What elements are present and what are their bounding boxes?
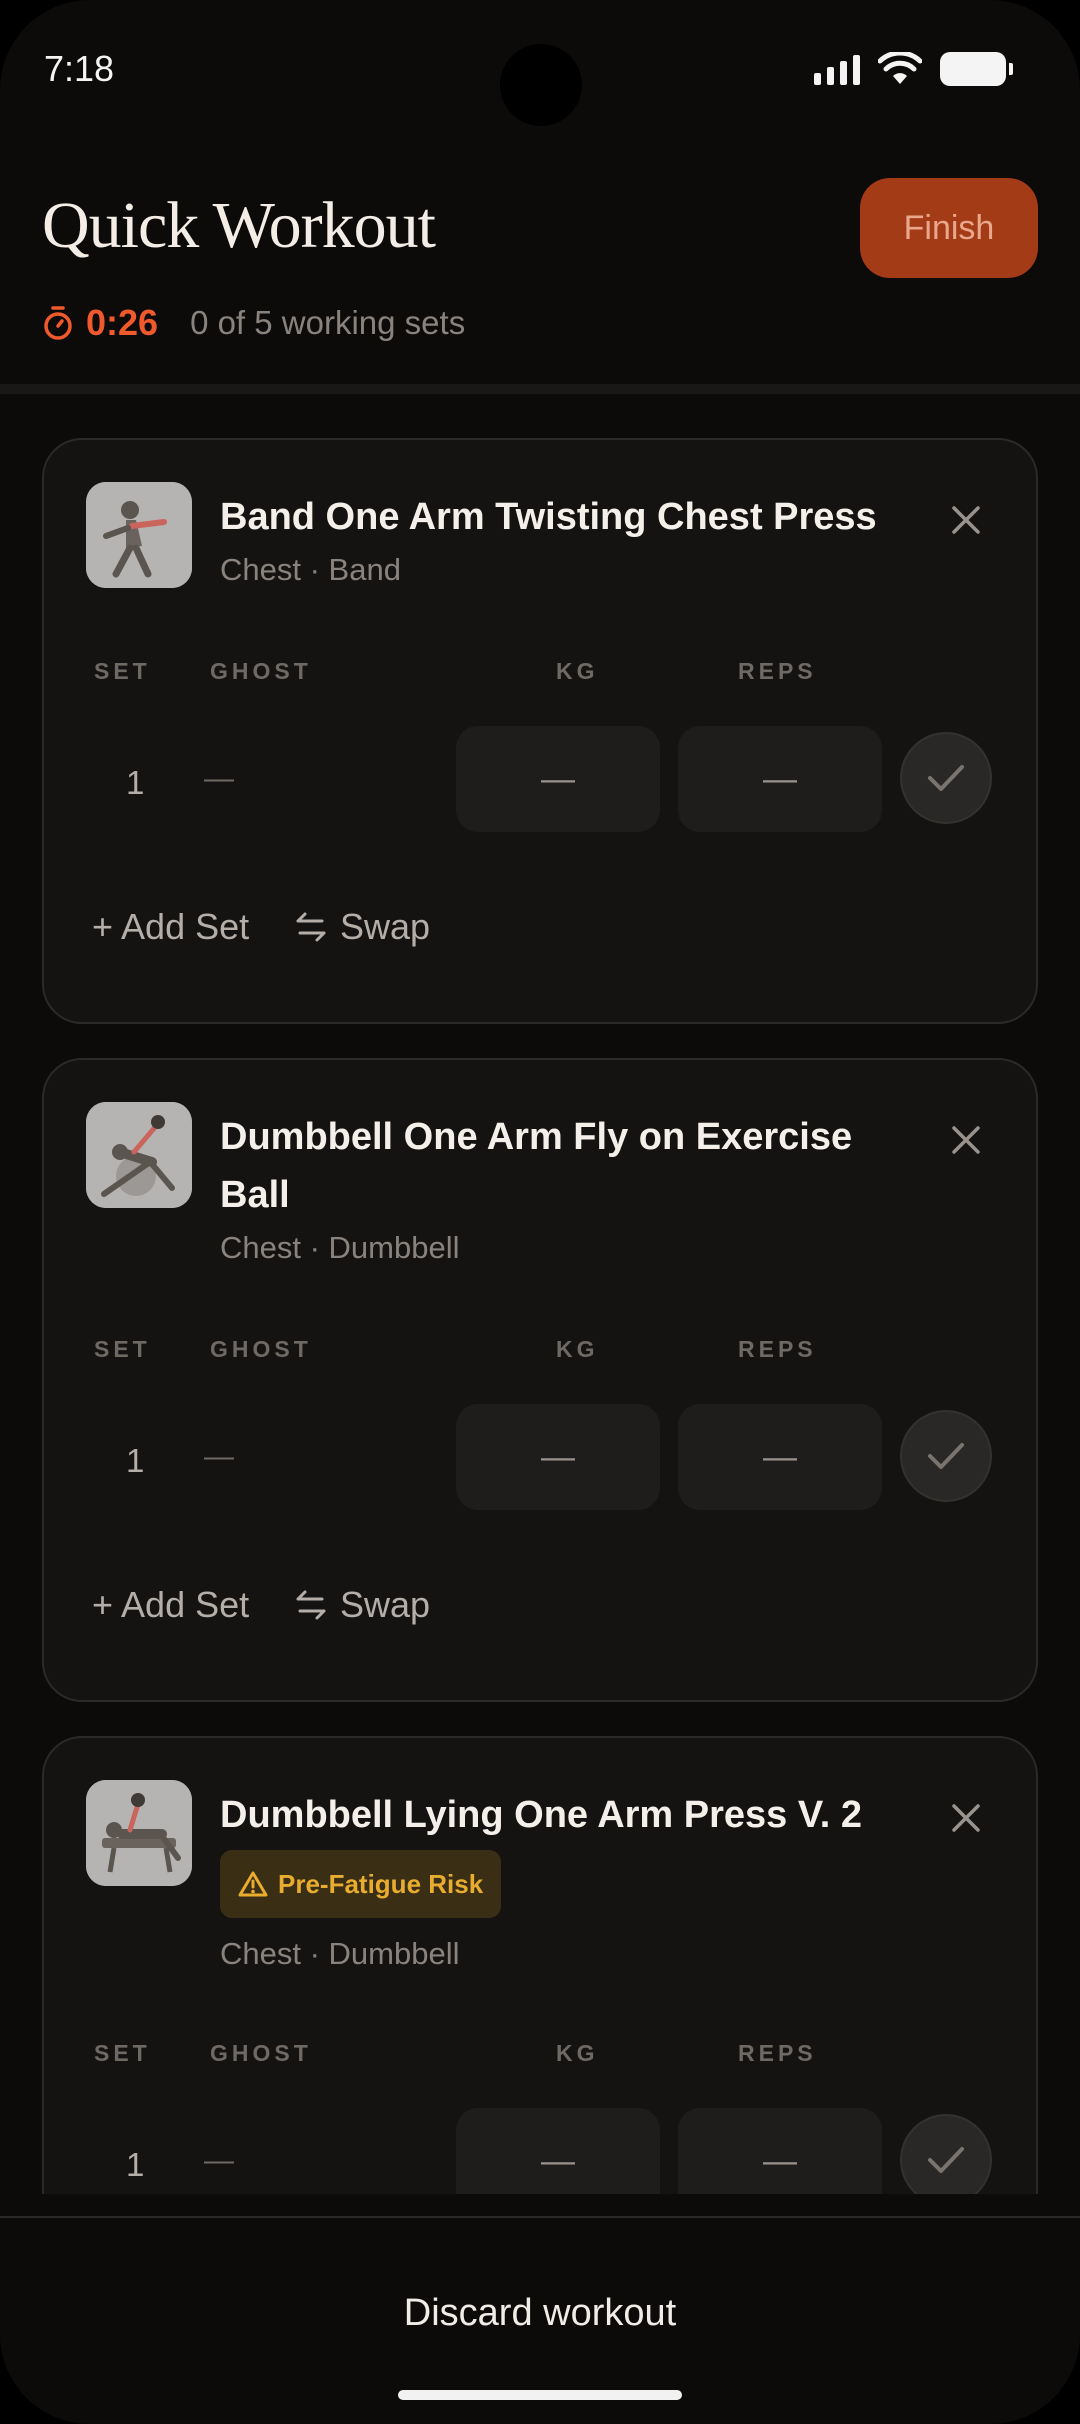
complete-set-button[interactable] <box>900 1410 992 1502</box>
kg-input[interactable]: — <box>456 1404 660 1510</box>
camera-cutout <box>500 44 582 126</box>
column-header-ghost: GHOST <box>210 658 312 684</box>
exercise-meta: Chest · Dumbbell <box>220 1936 460 1971</box>
complete-set-button[interactable] <box>900 732 992 824</box>
finish-button[interactable]: Finish <box>860 178 1038 278</box>
ghost-value: — <box>204 1440 234 1473</box>
column-header-reps: REPS <box>738 2040 817 2066</box>
stopwatch-icon <box>44 306 72 340</box>
check-icon <box>928 2147 964 2173</box>
kg-input[interactable]: — <box>456 2108 660 2194</box>
check-icon <box>928 1443 964 1469</box>
exercise-card: Band One Arm Twisting Chest Press Chest … <box>42 438 1038 1024</box>
check-icon <box>928 765 964 791</box>
reps-input[interactable]: — <box>678 726 882 832</box>
complete-set-button[interactable] <box>900 2114 992 2194</box>
remove-exercise-icon[interactable] <box>946 1798 986 1838</box>
reps-input[interactable]: — <box>678 1404 882 1510</box>
swap-label: Swap <box>340 1584 431 1625</box>
bottom-bar: Discard workout <box>0 2216 1080 2424</box>
ghost-value: — <box>204 2144 234 2177</box>
add-set-button[interactable]: + Add Set <box>92 906 249 948</box>
exercise-meta: Chest · Dumbbell <box>220 1230 460 1265</box>
timer-row: 0:26 0 of 5 working sets <box>42 302 465 344</box>
home-indicator[interactable] <box>398 2390 682 2400</box>
reps-input[interactable]: — <box>678 2108 882 2194</box>
ghost-value: — <box>204 762 234 795</box>
exercise-thumbnail <box>86 1102 192 1208</box>
column-header-ghost: GHOST <box>210 2040 312 2066</box>
exercise-thumbnail <box>86 482 192 588</box>
discard-workout-button[interactable]: Discard workout <box>0 2292 1080 2335</box>
wifi-icon <box>878 52 922 84</box>
column-header-kg: KG <box>556 658 599 684</box>
exercise-name: Dumbbell Lying One Arm Press V. 2 <box>220 1794 862 1836</box>
swap-label: Swap <box>340 906 431 947</box>
exercise-thumbnail <box>86 1780 192 1886</box>
exercise-list[interactable]: Band One Arm Twisting Chest Press Chest … <box>0 394 1080 2194</box>
remove-exercise-icon[interactable] <box>946 500 986 540</box>
column-header-reps: REPS <box>738 658 817 684</box>
column-header-set: SET <box>94 1336 151 1362</box>
column-header-reps: REPS <box>738 1336 817 1362</box>
header-divider <box>0 384 1080 394</box>
column-header-kg: KG <box>556 2040 599 2066</box>
exercise-meta: Chest · Band <box>220 552 401 587</box>
kg-input[interactable]: — <box>456 726 660 832</box>
status-icons <box>814 52 1013 86</box>
add-set-button[interactable]: + Add Set <box>92 1584 249 1626</box>
swap-button[interactable]: Swap <box>294 1584 430 1626</box>
swap-button[interactable]: Swap <box>294 906 430 948</box>
status-time: 7:18 <box>44 48 115 89</box>
signal-icon <box>814 53 860 85</box>
column-header-set: SET <box>94 658 151 684</box>
swap-icon <box>296 912 326 942</box>
exercise-card: Dumbbell Lying One Arm Press V. 2 Pre-Fa… <box>42 1736 1038 2194</box>
elapsed-timer: 0:26 <box>86 302 159 343</box>
pre-fatigue-badge: Pre-Fatigue Risk <box>220 1850 502 1918</box>
badge-label: Pre-Fatigue Risk <box>278 1868 484 1899</box>
column-header-ghost: GHOST <box>210 1336 312 1362</box>
warning-icon <box>238 1871 268 1897</box>
set-number: 1 <box>126 2146 145 2183</box>
set-number: 1 <box>126 1442 145 1479</box>
workout-screen: 7:18 Quick Workout Finish 0:26 0 of 5 wo… <box>0 0 1080 2424</box>
exercise-name: Band One Arm Twisting Chest Press <box>220 496 877 538</box>
remove-exercise-icon[interactable] <box>946 1120 986 1160</box>
exercise-name: Dumbbell One Arm Fly on Exercise Ball <box>220 1116 853 1216</box>
set-number: 1 <box>126 764 145 801</box>
column-header-kg: KG <box>556 1336 599 1362</box>
page-title: Quick Workout <box>42 189 436 262</box>
sets-summary: 0 of 5 working sets <box>190 304 466 341</box>
column-header-set: SET <box>94 2040 151 2066</box>
exercise-card: Dumbbell One Arm Fly on Exercise Ball Ch… <box>42 1058 1038 1702</box>
swap-icon <box>296 1590 326 1620</box>
battery-icon <box>940 52 1013 86</box>
